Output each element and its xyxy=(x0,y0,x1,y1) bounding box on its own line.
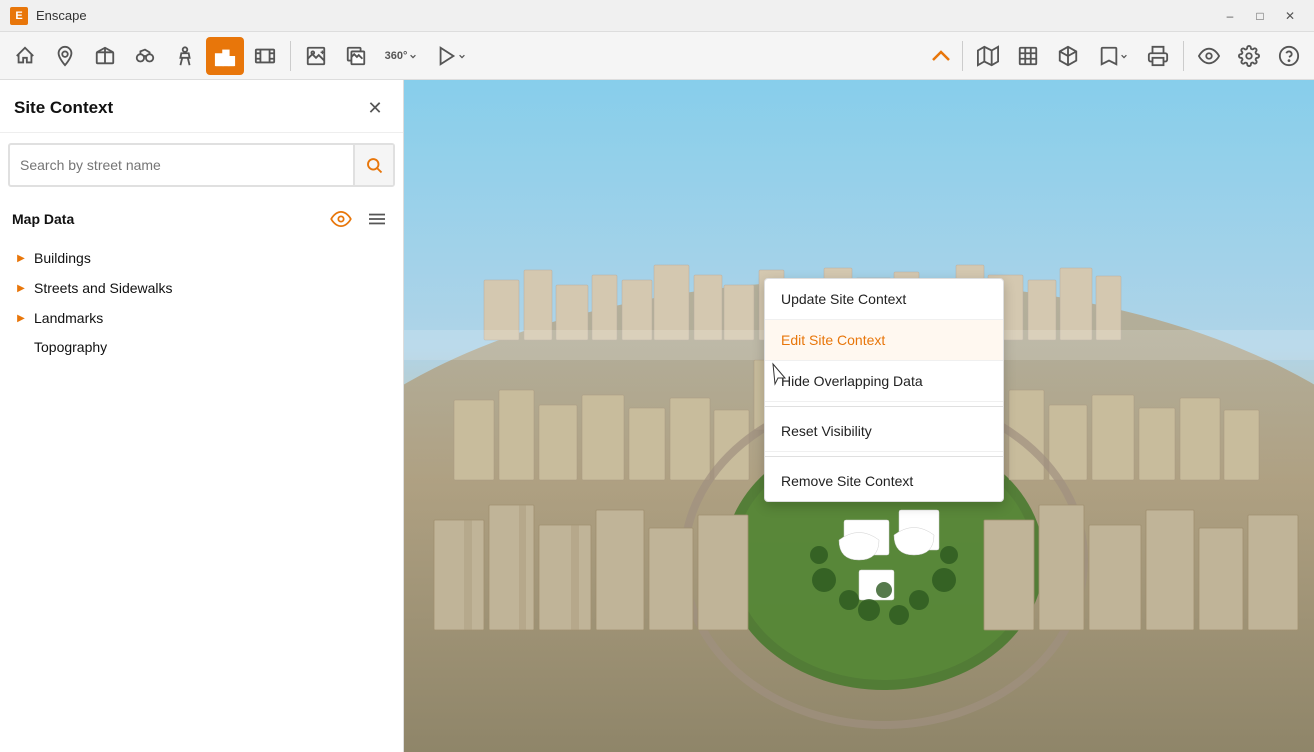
3d-box-button[interactable] xyxy=(1049,37,1087,75)
app-logo: E xyxy=(10,7,28,25)
home-button[interactable] xyxy=(6,37,44,75)
minimize-button[interactable]: – xyxy=(1216,6,1244,26)
binoculars-button[interactable] xyxy=(126,37,164,75)
tree-label-streets: Streets and Sidewalks xyxy=(34,280,173,296)
help-button[interactable] xyxy=(1270,37,1308,75)
export-image2-button[interactable] xyxy=(337,37,375,75)
location-button[interactable] xyxy=(46,37,84,75)
context-dropdown-menu: Update Site Context Edit Site Context Hi… xyxy=(764,278,1004,502)
maximize-button[interactable]: □ xyxy=(1246,6,1274,26)
main-content: Site Context ✕ Map Data xyxy=(0,80,1314,752)
dropdown-separator-1 xyxy=(765,406,1003,407)
panel-header: Site Context ✕ xyxy=(0,80,403,133)
search-container xyxy=(8,143,395,187)
person-view-button[interactable] xyxy=(166,37,204,75)
360-view-button[interactable]: 360° xyxy=(377,37,425,75)
visibility-toggle-button[interactable] xyxy=(327,205,355,233)
tree-arrow-buildings: ▶ xyxy=(12,249,30,267)
main-toolbar: 360° xyxy=(0,32,1314,80)
separator-3 xyxy=(1183,41,1184,71)
search-input[interactable] xyxy=(10,149,353,181)
side-panel: Site Context ✕ Map Data xyxy=(0,80,404,752)
tree-arrow-landmarks: ▶ xyxy=(12,309,30,327)
tree-label-topography: Topography xyxy=(34,339,107,355)
separator-2 xyxy=(962,41,963,71)
grid-export-button[interactable] xyxy=(1009,37,1047,75)
separator-1 xyxy=(290,41,291,71)
print-button[interactable] xyxy=(1139,37,1177,75)
panel-title: Site Context xyxy=(14,98,113,118)
visibility-button[interactable] xyxy=(1190,37,1228,75)
remove-site-context-option[interactable]: Remove Site Context xyxy=(765,461,1003,501)
tree-item-landmarks[interactable]: ▶ Landmarks xyxy=(8,303,395,333)
tree-item-topography[interactable]: Topography xyxy=(8,333,395,361)
panel-close-button[interactable]: ✕ xyxy=(361,94,389,122)
window-controls: – □ ✕ xyxy=(1216,6,1304,26)
title-bar: E Enscape – □ ✕ xyxy=(0,0,1314,32)
chevron-up-icon xyxy=(926,50,956,62)
map-button[interactable] xyxy=(969,37,1007,75)
export-image-button[interactable] xyxy=(297,37,335,75)
app-title: Enscape xyxy=(36,8,1208,23)
bookmark-button[interactable] xyxy=(1089,37,1137,75)
tree-item-buildings[interactable]: ▶ Buildings xyxy=(8,243,395,273)
search-button[interactable] xyxy=(353,145,393,185)
reset-visibility-option[interactable]: Reset Visibility xyxy=(765,411,1003,452)
tree-list: ▶ Buildings ▶ Streets and Sidewalks ▶ La… xyxy=(0,239,403,365)
hide-overlapping-data-option[interactable]: Hide Overlapping Data xyxy=(765,361,1003,402)
menu-button[interactable] xyxy=(363,205,391,233)
update-site-context-option[interactable]: Update Site Context xyxy=(765,279,1003,320)
filmstrip-button[interactable] xyxy=(246,37,284,75)
settings-button[interactable] xyxy=(1230,37,1268,75)
city-view-button[interactable] xyxy=(206,37,244,75)
viewport: Update Site Context Edit Site Context Hi… xyxy=(404,80,1314,752)
bim-button[interactable] xyxy=(86,37,124,75)
tree-label-landmarks: Landmarks xyxy=(34,310,103,326)
tree-arrow-streets: ▶ xyxy=(12,279,30,297)
tree-item-streets[interactable]: ▶ Streets and Sidewalks xyxy=(8,273,395,303)
tree-label-buildings: Buildings xyxy=(34,250,91,266)
close-window-button[interactable]: ✕ xyxy=(1276,6,1304,26)
edit-site-context-option[interactable]: Edit Site Context xyxy=(765,320,1003,361)
map-data-label: Map Data xyxy=(12,211,74,227)
map-data-section: Map Data xyxy=(0,197,403,239)
execute-button[interactable] xyxy=(427,37,475,75)
dropdown-separator-2 xyxy=(765,456,1003,457)
map-data-controls xyxy=(327,205,391,233)
